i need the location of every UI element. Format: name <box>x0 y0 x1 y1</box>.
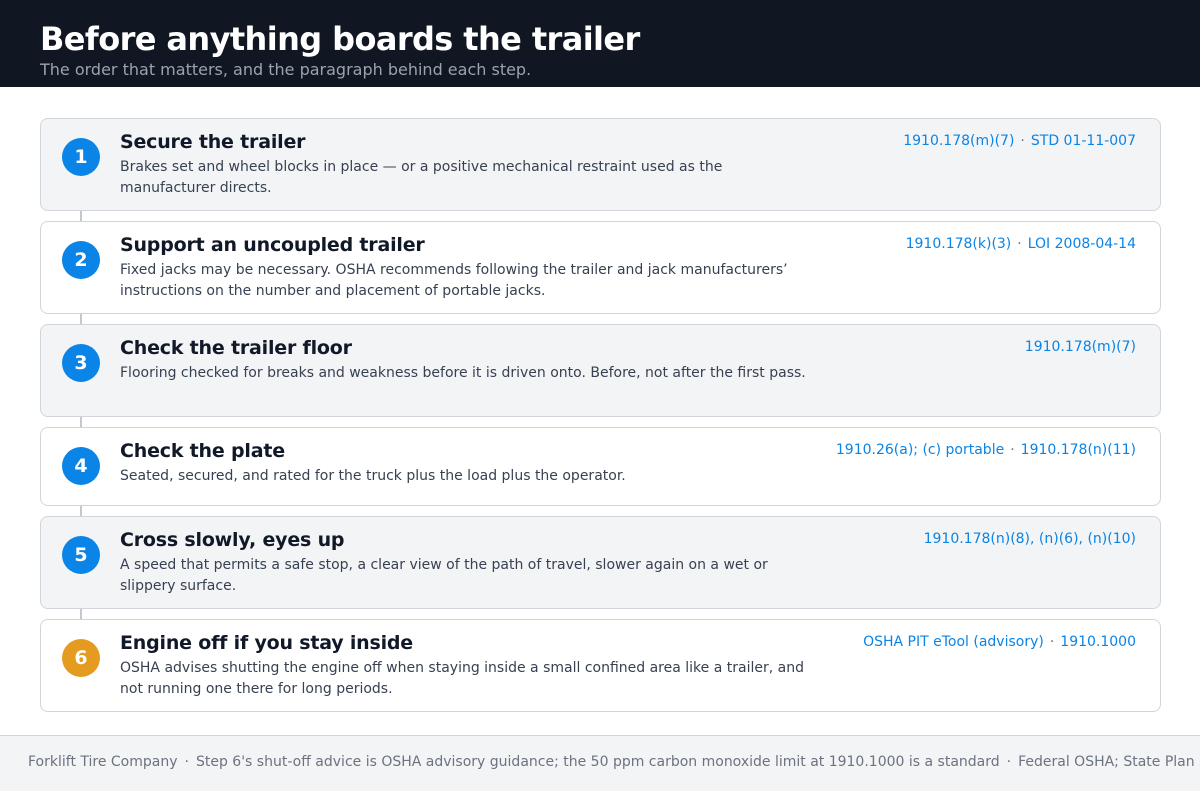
step-card-1: 1 Secure the trailer Brakes set and wheel … <box>40 118 1161 211</box>
page-subtitle: The order that matters, and the paragrap… <box>40 60 532 79</box>
page-title: Before anything boards the trailer <box>40 20 640 58</box>
step-title: Secure the trailer <box>120 131 306 153</box>
step-connector <box>80 506 82 516</box>
footer-item: Step 6's shut-off advice is OSHA advisor… <box>195 754 1000 770</box>
step-title: Check the plate <box>120 440 285 462</box>
step-references: 1910.26(a); (c) portable · 1910.178(n)(11) <box>836 442 1136 458</box>
reference-link[interactable]: 1910.178(n)(11) <box>1021 442 1136 458</box>
step-description: Seated, secured, and rated for the truck… <box>120 468 626 484</box>
step-references: OSHA PIT eTool (advisory) · 1910.1000 <box>863 634 1136 650</box>
reference-link[interactable]: 1910.1000 <box>1060 634 1136 650</box>
step-title: Cross slowly, eyes up <box>120 529 345 551</box>
reference-link[interactable]: 1910.178(k)(3) <box>906 236 1012 252</box>
step-number-badge: 6 <box>62 639 100 677</box>
step-description: A speed that permits a safe stop, a clea… <box>120 557 768 594</box>
step-title: Support an uncoupled trailer <box>120 234 425 256</box>
reference-separator: · <box>1020 133 1025 149</box>
reference-separator: · <box>1010 442 1015 458</box>
step-connector <box>80 609 82 619</box>
footer-item: Forklift Tire Company <box>28 754 178 770</box>
steps-list: 1 Secure the trailer Brakes set and wheel … <box>40 118 1161 712</box>
step-description: Brakes set and wheel blocks in place — o… <box>120 159 723 196</box>
reference-link[interactable]: LOI 2008-04-14 <box>1028 236 1136 252</box>
reference-link[interactable]: 1910.178(n)(8), (n)(6), (n)(10) <box>924 531 1136 547</box>
reference-link[interactable]: OSHA PIT eTool (advisory) <box>863 634 1044 650</box>
step-number-badge: 2 <box>62 241 100 279</box>
step-card-4: 4 Check the plate Seated, secured, and rat… <box>40 427 1161 506</box>
step-references: 1910.178(m)(7) <box>1025 339 1136 355</box>
step-card-6: 6 Engine off if you stay inside OSHA advis… <box>40 619 1161 712</box>
step-description: Fixed jacks may be necessary. OSHA recom… <box>120 262 788 299</box>
step-connector <box>80 314 82 324</box>
step-number-badge: 4 <box>62 447 100 485</box>
step-connector <box>80 211 82 221</box>
step-references: 1910.178(k)(3) · LOI 2008-04-14 <box>906 236 1136 252</box>
page-header: Before anything boards the trailer The o… <box>0 0 1200 87</box>
reference-separator: · <box>1049 634 1055 650</box>
step-number-badge: 5 <box>62 536 100 574</box>
footer-separator: · <box>184 754 189 770</box>
step-connector <box>80 417 82 427</box>
step-description: Flooring checked for breaks and weakness… <box>120 365 806 381</box>
step-title: Check the trailer floor <box>120 337 352 359</box>
footer-text: Forklift Tire Company · Step 6's shut-off … <box>28 754 1200 770</box>
reference-link[interactable]: 1910.178(m)(7) <box>1025 339 1136 355</box>
footer-separator: · <box>1006 754 1012 770</box>
step-card-5: 5 Cross slowly, eyes up A speed that permi… <box>40 516 1161 609</box>
page-footer: Forklift Tire Company · Step 6's shut-off … <box>0 735 1200 791</box>
step-number-badge: 1 <box>62 138 100 176</box>
reference-separator: · <box>1017 236 1022 252</box>
reference-link[interactable]: STD 01-11-007 <box>1031 133 1136 149</box>
step-title: Engine off if you stay inside <box>120 632 413 654</box>
step-references: 1910.178(m)(7) · STD 01-11-007 <box>903 133 1136 149</box>
step-card-2: 2 Support an uncoupled trailer Fixed jacks… <box>40 221 1161 314</box>
footer-item: Federal OSHA; State Plan states may diff… <box>1018 754 1200 770</box>
step-references: 1910.178(n)(8), (n)(6), (n)(10) <box>924 531 1136 547</box>
reference-link[interactable]: 1910.26(a); (c) portable <box>836 442 1004 458</box>
step-card-3: 3 Check the trailer floor Flooring checked… <box>40 324 1161 417</box>
step-description: OSHA advises shutting the engine off whe… <box>120 660 804 697</box>
reference-link[interactable]: 1910.178(m)(7) <box>903 133 1014 149</box>
step-number-badge: 3 <box>62 344 100 382</box>
